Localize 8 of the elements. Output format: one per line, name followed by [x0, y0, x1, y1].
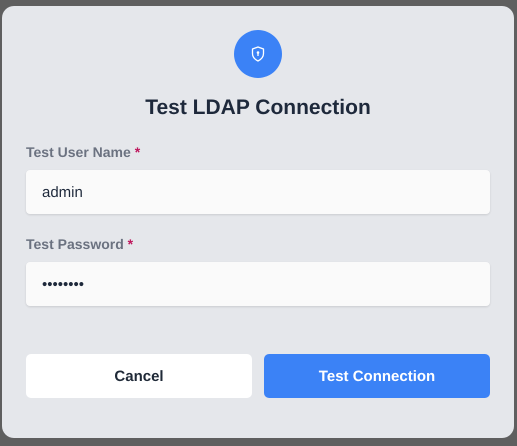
shield-icon — [234, 30, 282, 78]
cancel-button[interactable]: Cancel — [26, 354, 252, 398]
dialog-title: Test LDAP Connection — [145, 96, 371, 120]
input-field[interactable]: •••••••• — [26, 262, 490, 306]
input-field[interactable]: admin — [26, 170, 490, 214]
field-label: Test Password * — [26, 236, 134, 252]
test-connection-button[interactable]: Test Connection — [264, 354, 490, 398]
field-label: Test User Name * — [26, 144, 140, 160]
